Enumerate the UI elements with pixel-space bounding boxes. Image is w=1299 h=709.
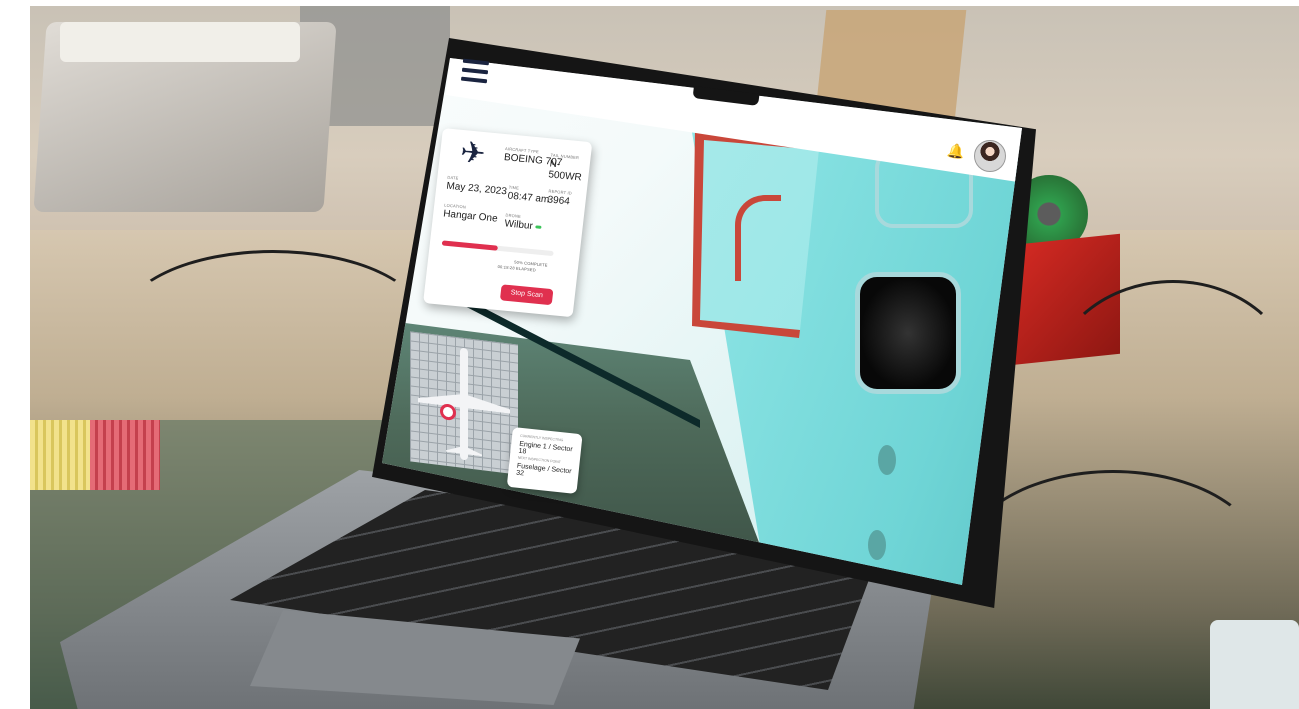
cable — [1050, 280, 1296, 486]
cable — [120, 250, 426, 396]
date-value: May 23, 2023 — [445, 180, 508, 198]
drone-status-indicator — [535, 225, 542, 229]
bell-icon[interactable]: 🔔 — [946, 142, 965, 161]
scan-progress-bar — [441, 240, 554, 257]
image-border-top — [0, 0, 1299, 6]
inspection-info-card: ✈ AIRCRAFT TYPE BOEING 707 TAIL NUMBER N… — [423, 128, 593, 318]
yellow-parts-bin — [30, 420, 90, 490]
camera-feed-rivet — [868, 530, 886, 560]
scan-progress-fill — [441, 240, 499, 251]
menu-icon[interactable] — [460, 58, 490, 84]
time-value: 08:47 am — [507, 190, 550, 206]
pink-parts-bin — [90, 420, 160, 490]
avatar[interactable] — [974, 140, 1006, 172]
camera-feed-arrow-marking — [735, 195, 781, 281]
date-label: DATE — [447, 174, 459, 181]
tail-number-value: N-500WR — [547, 158, 583, 184]
aircraft-map[interactable] — [410, 331, 518, 475]
report-id-value: 3964 — [546, 194, 571, 208]
glass-jar — [1210, 620, 1299, 709]
camera-feed-rivet — [878, 445, 896, 475]
next-inspection-value: Fuselage / Sector 32 — [515, 462, 572, 478]
background-case-lid — [60, 22, 300, 62]
airplane-icon: ✈ — [458, 135, 488, 172]
stop-scan-button[interactable]: Stop Scan — [499, 284, 554, 306]
drone-field: Wilbur — [504, 218, 542, 232]
camera-feed-window — [855, 272, 961, 394]
time-label: TIME — [508, 184, 520, 191]
location-value: Hangar One — [442, 208, 499, 225]
image-border-left — [0, 0, 30, 709]
inspection-location-card: CURRENTLY INSPECTING Engine 1 / Sector 1… — [506, 427, 583, 494]
drone-value: Wilbur — [503, 218, 534, 233]
